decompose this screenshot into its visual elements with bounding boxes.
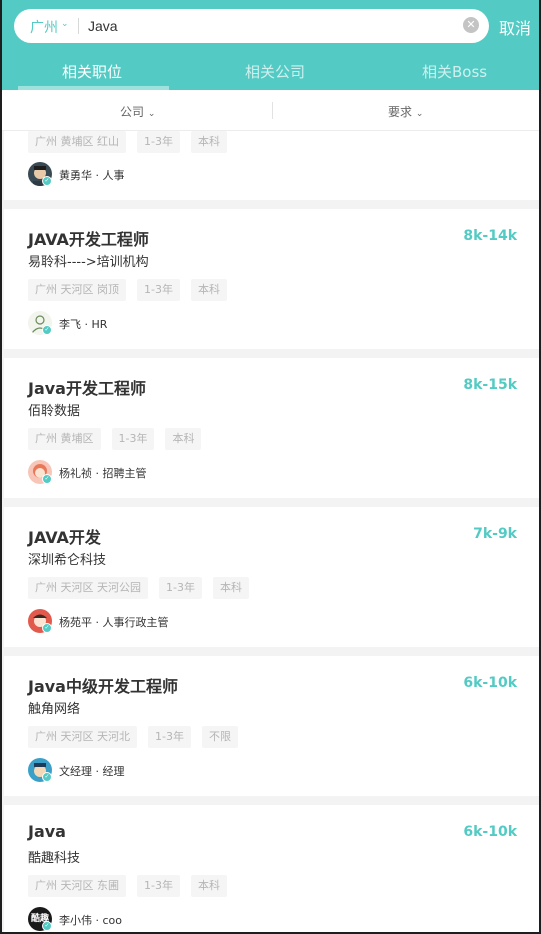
location-tag: 广州 天河区 东圃 — [28, 875, 126, 897]
salary: 6k-10k — [463, 675, 517, 691]
recruiter-label: 李飞 · HR — [59, 318, 108, 331]
verified-badge-icon: ✓ — [42, 474, 52, 484]
salary: 6k-10k — [463, 824, 517, 840]
recruiter-label: 李小伟 · coo — [59, 914, 122, 927]
experience-tag: 1-3年 — [159, 577, 202, 599]
education-tag: 本科 — [165, 428, 202, 450]
chevron-down-icon: ⌄ — [61, 19, 69, 29]
recruiter-label: 黄勇华 · 人事 — [59, 169, 125, 182]
job-card[interactable]: Java 6k-10k 酷趣科技 广州 天河区 东圃 1-3年 本科 酷趣 ✓ … — [4, 805, 539, 932]
divider — [78, 18, 79, 34]
experience-tag: 1-3年 — [137, 875, 180, 897]
filter-bar: 公司 ⌄ 要求 ⌄ — [2, 90, 539, 131]
experience-tag: 1-3年 — [148, 726, 191, 748]
job-card[interactable]: Java中级开发工程师 6k-10k 触角网络 广州 天河区 天河北 1-3年 … — [4, 656, 539, 796]
company-name: 佰聆数据 — [28, 404, 81, 419]
education-tag: 本科 — [212, 577, 249, 599]
verified-badge-icon: ✓ — [42, 325, 52, 335]
job-tags: 广州 黄埔区 红山 1-3年 本科 — [28, 131, 227, 153]
chevron-down-icon: ⌄ — [147, 109, 156, 119]
search-box[interactable]: 广州 ⌄ ✕ — [14, 9, 489, 43]
job-tags: 广州 天河区 天河北 1-3年 不限 — [28, 726, 238, 748]
tab-related-boss[interactable]: 相关Boss — [422, 61, 487, 82]
company-name: 易聆科---->培训机构 — [28, 255, 149, 270]
job-card[interactable]: JAVA开发工程师 8k-14k 易聆科---->培训机构 广州 天河区 岗顶 … — [4, 209, 539, 349]
city-selector[interactable]: 广州 — [30, 17, 58, 37]
app-frame: 广州 ⌄ ✕ 取消 相关职位 相关公司 相关Boss 公司 ⌄ 要求 ⌄ 广州 … — [0, 0, 541, 934]
verified-badge-icon: ✓ — [42, 176, 52, 186]
filter-requirements[interactable]: 要求 ⌄ — [388, 103, 423, 120]
verified-badge-icon: ✓ — [42, 772, 52, 782]
divider — [272, 102, 273, 119]
job-title: Java开发工程师 — [28, 379, 146, 398]
job-card[interactable]: Java开发工程师 8k-15k 佰聆数据 广州 黄埔区 1-3年 本科 ✓ 杨… — [4, 358, 539, 498]
company-name: 触角网络 — [28, 702, 81, 717]
education-tag: 本科 — [190, 131, 227, 153]
filter-company[interactable]: 公司 ⌄ — [120, 103, 155, 120]
company-name: 酷趣科技 — [28, 851, 81, 866]
job-card[interactable]: JAVA开发 7k-9k 深圳希仑科技 广州 天河区 天河公园 1-3年 本科 … — [4, 507, 539, 647]
company-name: 深圳希仑科技 — [28, 553, 107, 568]
verified-badge-icon: ✓ — [42, 623, 52, 633]
job-title: Java中级开发工程师 — [28, 677, 178, 696]
location-tag: 广州 天河区 岗顶 — [28, 279, 126, 301]
tab-related-jobs[interactable]: 相关职位 — [62, 61, 122, 82]
job-title: JAVA开发 — [28, 528, 101, 547]
location-tag: 广州 天河区 天河公园 — [28, 577, 148, 599]
filter-company-label: 公司 — [120, 105, 145, 119]
experience-tag: 1-3年 — [111, 428, 155, 450]
education-tag: 本科 — [190, 875, 227, 897]
salary: 7k-9k — [473, 526, 517, 542]
location-tag: 广州 天河区 天河北 — [28, 726, 137, 748]
recruiter-label: 杨苑平 · 人事行政主管 — [59, 616, 169, 629]
job-tags: 广州 黄埔区 1-3年 本科 — [28, 428, 202, 450]
job-tags: 广州 天河区 东圃 1-3年 本科 — [28, 875, 227, 897]
salary: 8k-14k — [463, 228, 517, 244]
experience-tag: 1-3年 — [137, 279, 180, 301]
job-tags: 广州 天河区 天河公园 1-3年 本科 — [28, 577, 249, 599]
education-tag: 本科 — [190, 279, 227, 301]
search-input[interactable] — [88, 17, 448, 35]
job-title: Java — [28, 822, 66, 841]
recruiter-label: 杨礼祯 · 招聘主管 — [59, 467, 147, 480]
location-tag: 广州 黄埔区 红山 — [28, 131, 126, 153]
job-card[interactable]: 广州 黄埔区 红山 1-3年 本科 ✓ 黄勇华 · 人事 — [4, 131, 539, 200]
search-header: 广州 ⌄ ✕ 取消 相关职位 相关公司 相关Boss — [2, 0, 539, 90]
job-tags: 广州 天河区 岗顶 1-3年 本科 — [28, 279, 227, 301]
clear-icon[interactable]: ✕ — [463, 17, 479, 33]
tab-related-companies[interactable]: 相关公司 — [245, 61, 305, 82]
education-tag: 不限 — [201, 726, 238, 748]
filter-requirements-label: 要求 — [388, 105, 413, 119]
cancel-button[interactable]: 取消 — [499, 15, 531, 39]
job-title: JAVA开发工程师 — [28, 230, 149, 249]
chevron-down-icon: ⌄ — [415, 109, 424, 119]
verified-badge-icon: ✓ — [42, 921, 52, 931]
recruiter-label: 文经理 · 经理 — [59, 765, 125, 778]
location-tag: 广州 黄埔区 — [28, 428, 101, 450]
salary: 8k-15k — [463, 377, 517, 393]
experience-tag: 1-3年 — [137, 131, 180, 153]
